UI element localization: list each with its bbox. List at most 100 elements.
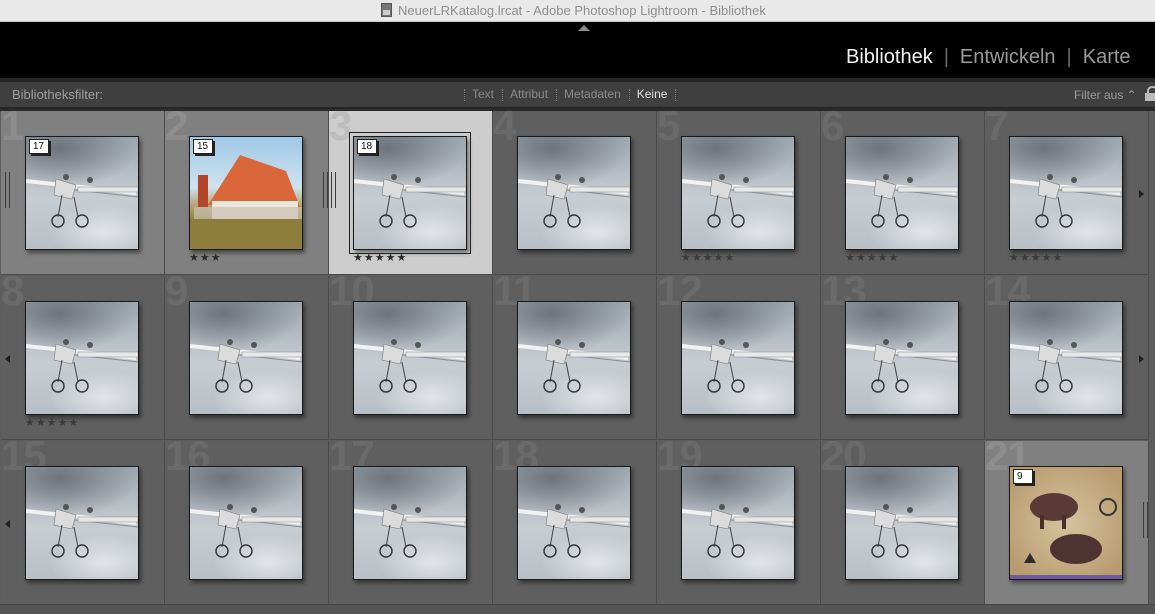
photo-thumbnail[interactable] [1009, 301, 1123, 415]
filter-options: Text Attribut Metadaten Keine [456, 87, 683, 101]
grid-cell[interactable]: 1 17 [1, 111, 165, 275]
airplane-photo [1010, 339, 1122, 393]
stack-collapse-arrow-icon[interactable] [5, 520, 10, 528]
grid-cell[interactable]: 14 [985, 276, 1149, 440]
grid-cell-index: 7 [985, 111, 1008, 149]
photo-thumbnail[interactable] [681, 136, 795, 250]
filter-text[interactable]: Text [472, 87, 494, 101]
grid-cell[interactable]: 3 18 ★★★★★ [329, 111, 493, 275]
grid-cell[interactable]: 7 ★★★★★ [985, 111, 1149, 275]
module-bibliothek[interactable]: Bibliothek [846, 46, 933, 68]
module-separator: | [1066, 46, 1072, 68]
filter-metadaten[interactable]: Metadaten [564, 87, 621, 101]
airplane-photo [682, 504, 794, 558]
module-picker: Bibliothek | Entwickeln | Karte [846, 46, 1131, 69]
star-rating[interactable]: ★★★★★ [845, 251, 899, 264]
photo-thumbnail[interactable] [517, 466, 631, 580]
grid-cell[interactable]: 9 [165, 276, 329, 440]
module-separator: | [943, 46, 949, 68]
module-entwickeln[interactable]: Entwickeln [960, 46, 1056, 68]
stack-expand-arrow-icon[interactable] [1139, 190, 1144, 198]
photo-thumbnail[interactable] [845, 466, 959, 580]
airplane-photo [190, 504, 302, 558]
grid-cell[interactable]: 13 [821, 276, 985, 440]
airplane-photo [846, 504, 958, 558]
window-title: NeuerLRKatalog.lrcat - Adobe Photoshop L… [398, 3, 766, 18]
grid-cell-index: 8 [1, 276, 24, 314]
photo-thumbnail[interactable]: 17 [25, 136, 139, 250]
grid-cell[interactable]: 5 ★★★★★ [657, 111, 821, 275]
filter-lock-icon[interactable] [1145, 86, 1155, 101]
grid-cell[interactable]: 4 [493, 111, 657, 275]
filter-separator [502, 88, 504, 101]
airplane-photo [26, 339, 138, 393]
airplane-photo [26, 504, 138, 558]
photo-thumbnail[interactable] [1009, 136, 1123, 250]
grid-cell-index: 4 [493, 111, 516, 149]
stack-count-badge[interactable]: 9 [1013, 469, 1033, 484]
photo-thumbnail[interactable] [681, 466, 795, 580]
grid-cell[interactable]: 18 [493, 441, 657, 605]
photo-thumbnail[interactable] [25, 466, 139, 580]
filter-separator [556, 88, 558, 101]
star-rating[interactable]: ★★★★★ [681, 251, 735, 264]
photo-thumbnail[interactable] [189, 301, 303, 415]
filter-attribut[interactable]: Attribut [510, 87, 548, 101]
photo-thumbnail[interactable] [681, 301, 795, 415]
stack-grip-handle[interactable] [331, 172, 336, 208]
grid-cell[interactable]: 8 ★★★★★ [1, 276, 165, 440]
grid-cell-index: 9 [165, 276, 188, 314]
star-rating[interactable]: ★★★ [189, 251, 222, 264]
star-rating[interactable]: ★★★★★ [1009, 251, 1063, 264]
star-rating[interactable]: ★★★★★ [25, 416, 79, 429]
airplane-photo [846, 174, 958, 228]
photo-thumbnail[interactable]: 18 [349, 132, 471, 254]
stack-grip-handle[interactable] [1143, 502, 1148, 538]
grid-cell[interactable]: 12 [657, 276, 821, 440]
airplane-photo [190, 339, 302, 393]
filter-separator [464, 88, 465, 101]
grid-cell[interactable]: 19 [657, 441, 821, 605]
airplane-photo [518, 174, 630, 228]
airplane-photo [354, 504, 466, 558]
photo-thumbnail[interactable] [517, 301, 631, 415]
grid-cell[interactable]: 11 [493, 276, 657, 440]
photo-thumbnail[interactable] [353, 301, 467, 415]
grid-cell[interactable]: 10 [329, 276, 493, 440]
grid-cell[interactable]: 21 9 [985, 441, 1149, 605]
stack-grip-handle[interactable] [5, 172, 10, 208]
grid-cell[interactable]: 20 [821, 441, 985, 605]
airplane-photo [846, 339, 958, 393]
grid-cell-index: 2 [165, 111, 188, 149]
filter-keine[interactable]: Keine [637, 87, 668, 101]
lrcat-document-icon [381, 3, 392, 17]
stack-count-badge[interactable]: 18 [357, 139, 377, 154]
photo-thumbnail[interactable] [845, 301, 959, 415]
photo-thumbnail[interactable]: 9 [1009, 466, 1123, 580]
photo-thumbnail[interactable] [845, 136, 959, 250]
photo-thumbnail[interactable] [25, 301, 139, 415]
collapse-top-panel-icon[interactable] [578, 25, 590, 31]
star-rating[interactable]: ★★★★★ [353, 251, 407, 264]
filter-preset-dropdown[interactable]: Filter aus ⌃ [1074, 88, 1137, 102]
stack-grip-handle[interactable] [323, 172, 328, 208]
photo-thumbnail[interactable] [517, 136, 631, 250]
airplane-photo [518, 339, 630, 393]
grid-cell[interactable]: 2 15 ★★★ [165, 111, 329, 275]
stack-count-badge[interactable]: 15 [193, 139, 213, 154]
photo-thumbnail[interactable] [189, 466, 303, 580]
photo-thumbnail[interactable]: 15 [189, 136, 303, 250]
stack-collapse-arrow-icon[interactable] [5, 355, 10, 363]
airplane-photo [682, 339, 794, 393]
stack-count-badge[interactable]: 17 [29, 139, 49, 154]
grid-cell[interactable]: 6 ★★★★★ [821, 111, 985, 275]
grid-cell[interactable]: 15 [1, 441, 165, 605]
grid-cell[interactable]: 16 [165, 441, 329, 605]
grid-cell-index: 5 [657, 111, 680, 149]
airplane-photo [518, 504, 630, 558]
library-filter-bar: Bibliotheksfilter: Text Attribut Metadaten… [0, 82, 1155, 108]
photo-thumbnail[interactable] [353, 466, 467, 580]
stack-expand-arrow-icon[interactable] [1139, 355, 1144, 363]
grid-cell[interactable]: 17 [329, 441, 493, 605]
module-karte[interactable]: Karte [1083, 46, 1131, 68]
